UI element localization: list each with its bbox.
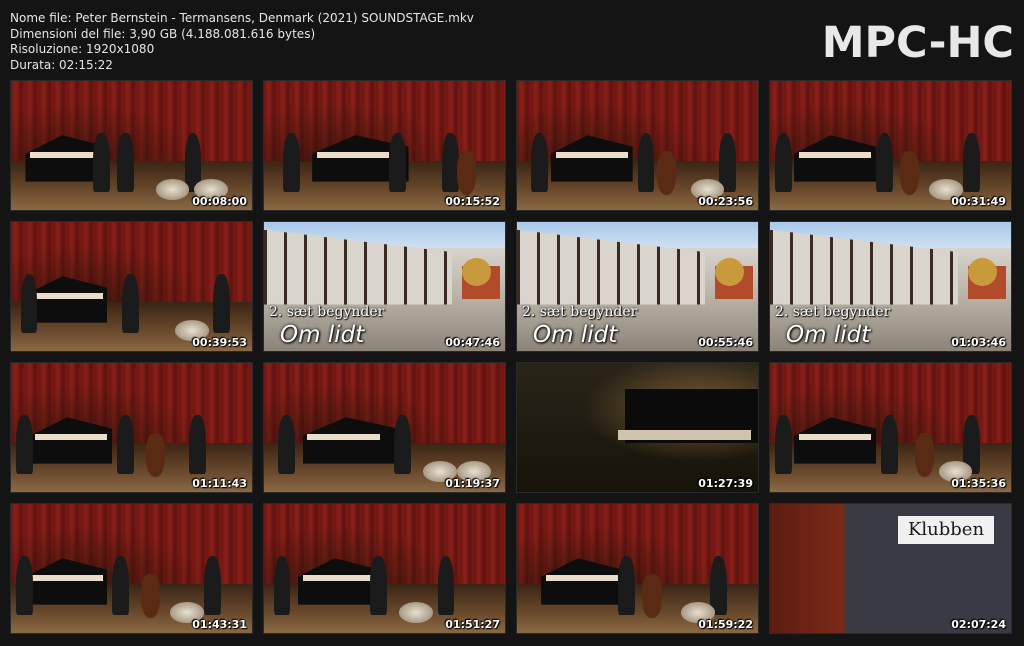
timestamp: 01:35:36 xyxy=(951,477,1006,490)
resolution: Risoluzione: 1920x1080 xyxy=(10,42,155,56)
thumbnail: 01:59:22 xyxy=(516,503,759,634)
thumbnail-grid: 00:08:00 00:15:52 00:23:56 00:31:49 00:3… xyxy=(10,80,1014,635)
subtitle-line2: Om lidt xyxy=(280,322,365,348)
file-name: Nome file: Peter Bernstein - Termansens,… xyxy=(10,11,474,25)
timestamp: 00:31:49 xyxy=(951,195,1006,208)
timestamp: 00:55:46 xyxy=(698,336,753,349)
app-logo: MPC-HC xyxy=(821,18,1014,68)
thumbnail: 2. sæt begynder Om lidt 00:47:46 xyxy=(263,221,506,352)
thumbnail: Klubben 02:07:24 xyxy=(769,503,1012,634)
timestamp: 00:08:00 xyxy=(192,195,247,208)
timestamp: 01:43:31 xyxy=(192,618,247,631)
thumbnail: 01:35:36 xyxy=(769,362,1012,493)
timestamp: 01:11:43 xyxy=(192,477,247,490)
subtitle-line2: Om lidt xyxy=(533,322,618,348)
thumbnail: 00:23:56 xyxy=(516,80,759,211)
thumbnail: 2. sæt begynder Om lidt 00:55:46 xyxy=(516,221,759,352)
thumbnail: 00:15:52 xyxy=(263,80,506,211)
file-info: Nome file: Peter Bernstein - Termansens,… xyxy=(10,11,474,73)
timestamp: 01:03:46 xyxy=(951,336,1006,349)
timestamp: 01:19:37 xyxy=(445,477,500,490)
duration: Durata: 02:15:22 xyxy=(10,57,113,72)
subtitle-line1: 2. sæt begynder xyxy=(269,304,385,320)
thumbnail: 01:11:43 xyxy=(10,362,253,493)
thumbnail: 00:08:00 xyxy=(10,80,253,211)
subtitle-line1: 2. sæt begynder xyxy=(775,304,891,320)
thumbnail: 01:27:39 xyxy=(516,362,759,493)
timestamp: 01:59:22 xyxy=(698,618,753,631)
timestamp: 00:15:52 xyxy=(445,195,500,208)
window-sign: Klubben xyxy=(898,516,994,544)
thumbnail: 01:19:37 xyxy=(263,362,506,493)
subtitle-line2: Om lidt xyxy=(786,322,871,348)
timestamp: 01:51:27 xyxy=(445,618,500,631)
thumbnail: 00:31:49 xyxy=(769,80,1012,211)
thumbnail: 01:43:31 xyxy=(10,503,253,634)
timestamp: 00:47:46 xyxy=(445,336,500,349)
thumbnail: 01:51:27 xyxy=(263,503,506,634)
thumbnail: 00:39:53 xyxy=(10,221,253,352)
timestamp: 02:07:24 xyxy=(951,618,1006,631)
subtitle-line1: 2. sæt begynder xyxy=(522,304,638,320)
timestamp: 00:23:56 xyxy=(698,195,753,208)
file-size: Dimensioni del file: 3,90 GB (4.188.081.… xyxy=(10,26,316,41)
timestamp: 01:27:39 xyxy=(698,477,753,490)
timestamp: 00:39:53 xyxy=(192,336,247,349)
thumbnail: 2. sæt begynder Om lidt 01:03:46 xyxy=(769,221,1012,352)
